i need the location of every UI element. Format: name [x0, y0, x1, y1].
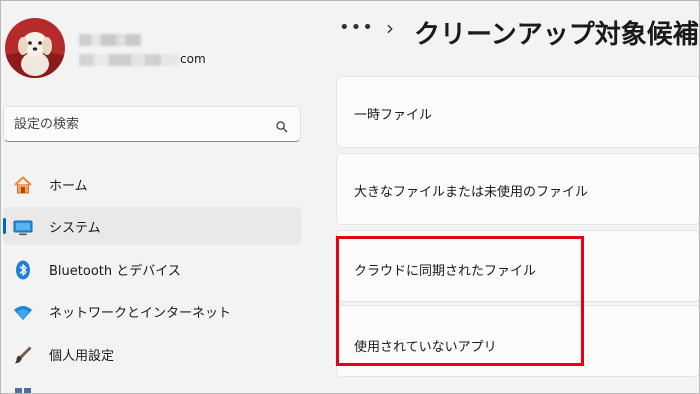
sidebar-item-personalization[interactable]: 個人用設定 [3, 335, 301, 373]
avatar[interactable] [5, 18, 65, 78]
cleanup-item-unused-apps[interactable]: 使用されていないアプリ [336, 305, 700, 377]
sidebar-item-label: ネットワークとインターネット [49, 306, 232, 321]
active-indicator [3, 218, 6, 234]
cleanup-item-cloud-synced[interactable]: クラウドに同期されたファイル [336, 230, 700, 302]
page-title: クリーンアップ対象候補 [414, 20, 699, 50]
email-suffix: com [180, 52, 206, 66]
system-monitor-icon [12, 216, 34, 238]
bluetooth-icon [12, 259, 34, 281]
paintbrush-icon [12, 344, 34, 366]
sidebar-item-label: 個人用設定 [49, 349, 115, 364]
cleanup-item-temp-files[interactable]: 一時ファイル [336, 76, 700, 148]
sidebar-item-label: Bluetooth とデバイス [49, 264, 181, 279]
cleanup-item-label: 一時ファイル [354, 108, 433, 123]
breadcrumb-separator: › [386, 16, 394, 40]
cleanup-item-large-files[interactable]: 大きなファイルまたは未使用のファイル [336, 153, 700, 225]
user-name-redacted [79, 34, 141, 46]
settings-search[interactable] [3, 106, 301, 142]
apps-icon [12, 385, 34, 394]
cleanup-item-label: 使用されていないアプリ [354, 340, 497, 355]
home-icon [12, 174, 34, 196]
wifi-icon [12, 301, 34, 323]
search-input[interactable] [4, 107, 264, 141]
sidebar-item-label: システム [49, 221, 101, 236]
sidebar-item-bluetooth[interactable]: Bluetooth とデバイス [3, 250, 301, 288]
sidebar-item-network[interactable]: ネットワークとインターネット [3, 292, 301, 330]
sidebar-item-label: ホーム [49, 179, 88, 194]
user-email-redacted [79, 54, 179, 66]
sidebar-item-system[interactable]: システム [3, 207, 301, 245]
search-icon[interactable] [276, 118, 288, 137]
cleanup-item-label: クラウドに同期されたファイル [354, 264, 537, 279]
sidebar-item-home[interactable]: ホーム [3, 165, 301, 203]
cleanup-item-label: 大きなファイルまたは未使用のファイル [354, 185, 589, 200]
more-button[interactable]: ••• [339, 17, 374, 38]
sidebar-item-partial[interactable] [3, 380, 301, 394]
